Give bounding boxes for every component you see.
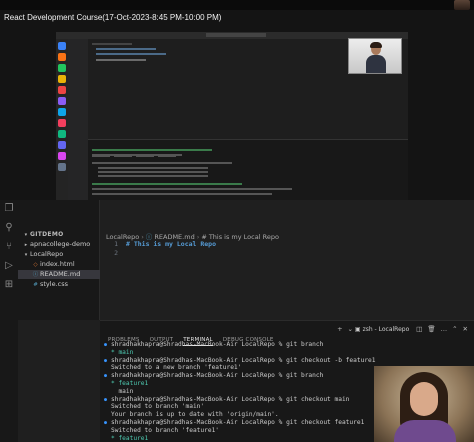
activity-bar: ❐ ⚲ ⑂ ▷ ⊞ [0,200,18,442]
run-debug-icon[interactable]: ▷ [3,260,15,272]
presenter-webcam [374,366,474,442]
extensions-icon[interactable]: ⊞ [3,279,15,291]
terminal-line: ● shradhakhapra@Shradhas-MacBook-Air Loca… [104,356,376,364]
tree-item-style-css[interactable]: # style.css [18,280,100,289]
terminal-selector[interactable]: ▣ zsh - LocalRepo [355,326,409,333]
info-file-icon: ⓘ [32,272,39,278]
app-dock [56,39,68,200]
instructor-webcam [348,38,402,74]
explorer-header[interactable]: ▾ GITDEMO [18,230,100,239]
terminal-line: ● shradhakhapra@Shradhas-MacBook-Air Loca… [104,341,324,348]
trash-icon[interactable]: 🗑 [427,325,435,333]
tree-item-label: LocalRepo [30,250,64,258]
terminal-icon: ▣ [354,326,361,333]
shared-screen-frame [56,32,408,200]
terminal-line: * feature1 [111,434,149,442]
css-file-icon: # [33,282,38,288]
tree-item-readme-md[interactable]: ⓘ README.md [18,270,100,279]
line-text: # This is my Local Repo [126,240,217,248]
chevron-down-icon[interactable]: ⌄ [348,325,353,333]
terminal-line: Switched to branch 'main' [111,403,205,411]
terminal-line: main [111,387,134,395]
html-file-icon: ◇ [33,262,38,268]
tree-item-apnacollege-demo[interactable]: ▸ apnacollege-demo [18,240,100,249]
chevron-down-icon: ▾ [24,252,28,258]
shared-code-line [96,59,146,61]
close-icon[interactable]: ✕ [463,325,468,333]
line-number: 1 [114,240,118,248]
terminal-line: Switched to a new branch 'feature1' [111,364,242,372]
terminal-line: ● shradhakhapra@Shradhas-MacBook-Air Loca… [104,395,350,403]
shared-code-line [96,53,166,55]
tree-item-label: README.md [40,270,81,278]
chevron-right-icon: ▸ [24,242,28,248]
chevron-down-icon: ▾ [24,232,28,238]
terminal-line: * main [111,348,134,356]
tree-item-label: style.css [40,280,68,288]
workspace-name: GITDEMO [30,231,64,238]
top-video-strip [0,0,474,10]
shared-code-line [92,43,132,45]
presenter-figure [392,372,458,442]
window-title-bar [206,33,266,37]
participant-avatar [454,0,470,10]
plus-icon[interactable]: + [337,325,342,333]
panel-tabs: PROBLEMS OUTPUT TERMINAL DEBUG CONSOLE [108,326,284,346]
line-number: 2 [114,249,118,257]
instructor-figure [366,42,386,73]
panel-actions: + ⌄ ▣ zsh - LocalRepo ◫ 🗑 … ⌃ ✕ [332,325,468,333]
tree-item-index-html[interactable]: ◇ index.html [18,260,100,269]
files-icon[interactable]: ❐ [3,203,15,215]
terminal-line: Switched to branch 'feature1' [111,426,220,434]
window-controls [60,34,74,49]
shared-terminal [88,139,408,200]
code-line[interactable]: 1 # This is my Local Repo [100,240,216,249]
source-control-icon[interactable]: ⑂ [3,241,15,253]
shared-sidebar [68,39,88,200]
explorer-sidebar: ▾ GITDEMO ▸ apnacollege-demo ▾ LocalRepo ◇ i… [18,200,100,320]
more-icon[interactable]: … [441,325,448,333]
tree-item-localrepo[interactable]: ▾ LocalRepo [18,250,100,259]
terminal-line: ● shradhakhapra@Shradhas-MacBook-Air Loca… [104,372,324,380]
screen-share-video: React Development Course(17-Oct-2023-8:4… [0,10,474,200]
maximize-icon[interactable]: ⌃ [452,325,457,333]
terminal-line: Your branch is up to date with 'origin/m… [111,411,279,419]
video-title: React Development Course(17-Oct-2023-8:4… [4,13,222,22]
tree-item-label: apnacollege-demo [30,240,91,248]
terminal-output[interactable]: ● shradhakhapra@Shradhas-MacBook-Air Loca… [104,341,394,442]
shared-code-line [96,48,156,50]
terminal-label: zsh - LocalRepo [362,326,410,333]
tree-item-label: index.html [40,260,75,268]
split-terminal-icon[interactable]: ◫ [416,325,422,333]
terminal-line: ● shradhakhapra@Shradhas-MacBook-Air Loca… [104,418,365,426]
terminal-line: * feature1 [111,379,149,387]
code-line[interactable]: 2 [100,249,126,258]
search-icon[interactable]: ⚲ [3,222,15,234]
editor-area: LocalRepo › ⓘ README.md › # This is my Local… [100,200,474,320]
shared-panel-tabs [92,142,180,157]
